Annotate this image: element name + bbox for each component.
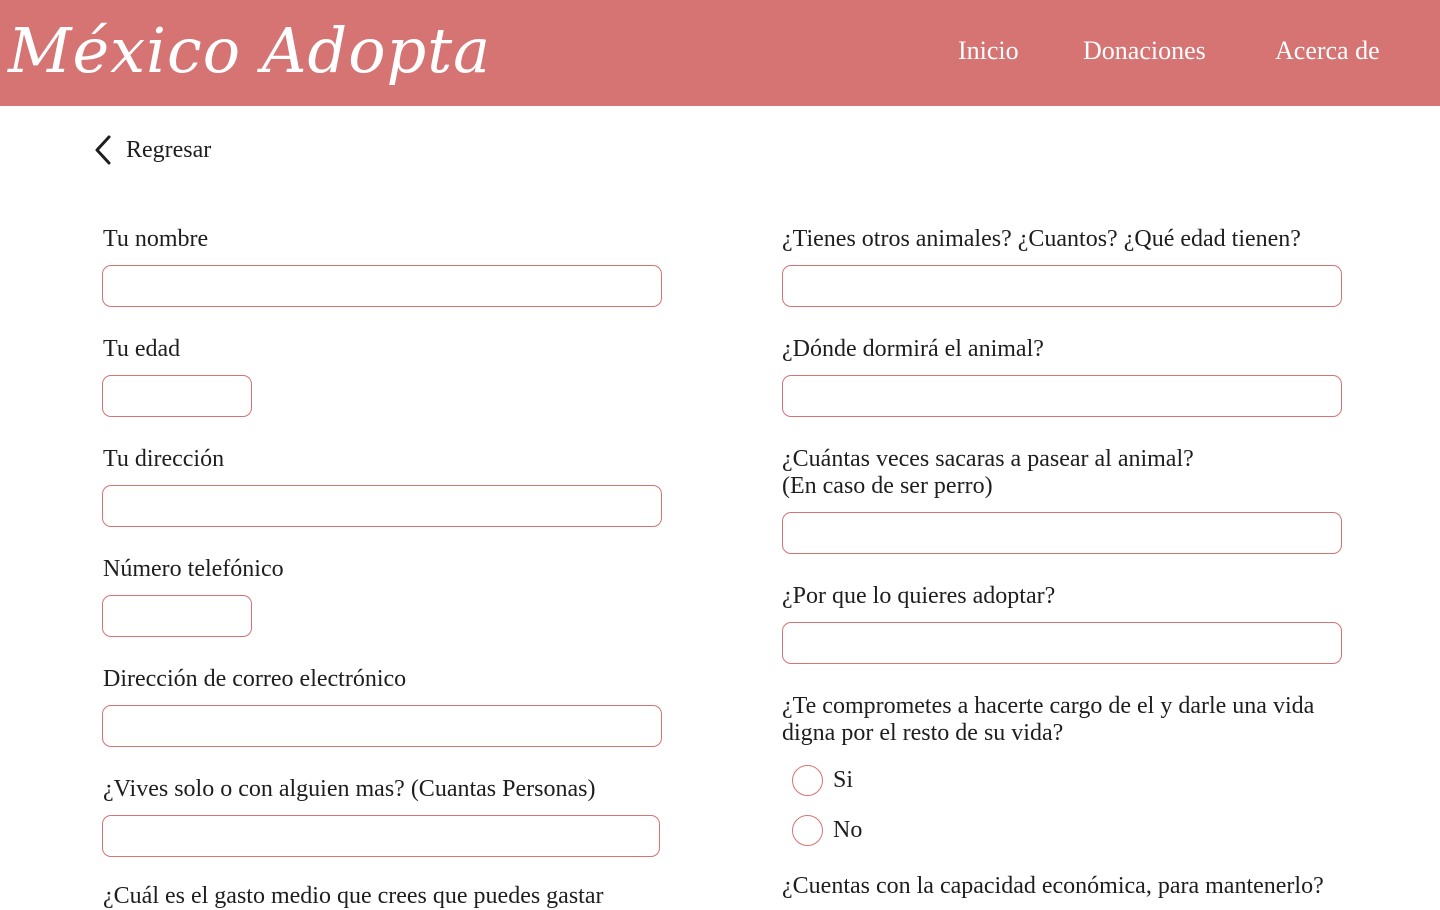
back-link[interactable]: Regresar — [93, 134, 211, 166]
input-nombre[interactable] — [102, 265, 662, 307]
label-nombre: Tu nombre — [103, 226, 209, 252]
input-edad[interactable] — [102, 375, 252, 417]
label-capacidad-economica: ¿Cuentas con la capacidad económica, par… — [782, 873, 1324, 899]
back-label: Regresar — [126, 136, 212, 163]
label-direccion: Tu dirección — [103, 446, 225, 472]
label-compromiso-line2: digna por el resto de su vida? — [782, 720, 1064, 746]
nav-donaciones[interactable]: Donaciones — [1083, 36, 1206, 66]
top-navbar: México Adopta Inicio Donaciones Acerca d… — [0, 0, 1440, 106]
label-gasto-medio: ¿Cuál es el gasto medio que crees que pu… — [103, 883, 604, 909]
nav-acerca-de[interactable]: Acerca de — [1275, 36, 1380, 66]
radio-button-si[interactable] — [792, 765, 823, 796]
label-vives-solo: ¿Vives solo o con alguien mas? (Cuantas … — [103, 776, 596, 802]
label-edad: Tu edad — [103, 336, 181, 362]
radio-button-no[interactable] — [792, 815, 823, 846]
radio-option-si[interactable]: Si — [792, 765, 853, 796]
input-telefono[interactable] — [102, 595, 252, 637]
label-por-que-adoptar: ¿Por que lo quieres adoptar? — [782, 583, 1056, 609]
label-telefono: Número telefónico — [103, 556, 284, 582]
label-otros-animales: ¿Tienes otros animales? ¿Cuantos? ¿Qué e… — [782, 226, 1301, 252]
label-compromiso-line1: ¿Te comprometes a hacerte cargo de el y … — [782, 693, 1315, 719]
radio-option-no[interactable]: No — [792, 815, 862, 846]
input-vives-solo[interactable] — [102, 815, 660, 857]
label-donde-dormira: ¿Dónde dormirá el animal? — [782, 336, 1044, 362]
input-direccion[interactable] — [102, 485, 662, 527]
input-por-que-adoptar[interactable] — [782, 622, 1342, 664]
radio-label-no: No — [833, 817, 863, 843]
input-donde-dormira[interactable] — [782, 375, 1342, 417]
label-pasear-line2: (En caso de ser perro) — [782, 473, 993, 499]
input-correo[interactable] — [102, 705, 662, 747]
input-pasear[interactable] — [782, 512, 1342, 554]
nav-inicio[interactable]: Inicio — [958, 36, 1019, 66]
label-pasear-line1: ¿Cuántas veces sacaras a pasear al anima… — [782, 446, 1194, 472]
radio-label-si: Si — [833, 767, 854, 793]
chevron-left-icon — [95, 135, 111, 165]
input-otros-animales[interactable] — [782, 265, 1342, 307]
site-logo[interactable]: México Adopta — [8, 6, 491, 96]
label-correo: Dirección de correo electrónico — [103, 666, 407, 692]
